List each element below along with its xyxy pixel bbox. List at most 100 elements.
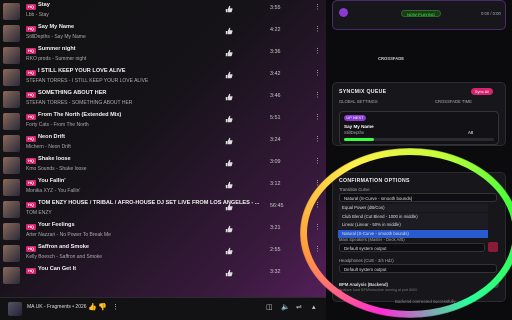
shuffle-icon[interactable]: ⇌ [296,303,302,311]
deck-waveform[interactable] [344,138,494,141]
quality-badge: HQ [26,202,36,208]
queue-card: SYNCMIX QUEUE Sync All GLOBAL SETTINGS C… [332,82,506,146]
thumbs-up-icon[interactable] [225,137,233,145]
track-duration: 3:21 [270,225,281,231]
quality-badge: HQ [26,4,36,10]
track-artist: Monika XYZ - You Fallin' [26,188,81,194]
more-icon[interactable]: ⋮ [314,3,321,11]
track-row[interactable]: HQ Your Feelings Arter Nazzari - No Power … [0,221,326,243]
track-artwork [3,245,20,262]
global-settings-label: GLOBAL SETTINGS [339,99,378,104]
now-playing-card: NOW PLAYING 0:00 / 0:00 [332,0,506,30]
more-icon[interactable]: ⋮ [314,267,321,275]
track-artwork [3,201,20,218]
play-button[interactable] [339,8,348,17]
transition-option[interactable]: Linear (Linear - 50% in middle) [338,221,488,229]
track-row[interactable]: HQ Neon Drift Michern - Neon Drift 3:24 ⋮ [0,133,326,155]
track-artist: StillDepths - Say My Name [26,34,86,40]
track-row[interactable]: HQ Summer night RKO prods - Summer night 3:… [0,45,326,67]
more-icon[interactable]: ⋮ [314,245,321,253]
thumbs-up-icon[interactable] [225,27,233,35]
track-artist: Lbb - Stay [26,12,49,18]
track-duration: 5:51 [270,115,281,121]
speaker-test-button[interactable] [488,242,498,252]
quality-badge: HQ [26,268,36,274]
track-title: I STILL KEEP YOUR LOVE ALIVE [38,68,126,74]
track-row[interactable]: HQ You Can Get It 3:32 ⋮ [0,265,326,287]
volume-icon[interactable]: 🔈 [281,303,290,311]
bpm-analysis-sub: Analyze local BPM/structure running at p… [339,288,418,292]
track-artist: TOM ENZY [26,210,52,216]
more-icon[interactable]: ⋮ [314,223,321,231]
track-title: From The North (Extended Mix) [38,112,122,118]
track-row[interactable]: HQ TOM ENZY HOUSE / TRIBAL / AFRO-HOUSE D… [0,199,326,221]
track-duration: 3:55 [270,5,281,11]
more-icon[interactable]: ⋮ [314,135,321,143]
track-artwork [3,3,20,20]
deck-card: UP NEXT Say My Name StillDepths A8 [339,111,499,145]
thumbs-up-icon[interactable] [225,269,233,277]
thumbs-down-icon[interactable]: 👎 [98,303,107,311]
track-artwork [3,267,20,284]
track-row[interactable]: HQ Say My Name StillDepths - Say My Name 4:… [0,23,326,45]
track-title: SOMETHING ABOUT HER [38,90,107,96]
track-row[interactable]: HQ Saffron and Smoke Kelly Boesch - Saffro… [0,243,326,265]
deck-badge: UP NEXT [344,115,366,121]
headphones-select[interactable]: Default system output [339,264,497,273]
transition-select[interactable]: Natural (S-Curve - smooth bounds) [339,193,497,202]
thumbs-up-icon[interactable] [225,93,233,101]
main-speakers-label: Main Speakers (Master - Deck A/B) [339,237,405,242]
track-row[interactable]: HQ From The North (Extended Mix) Forty Cat… [0,111,326,133]
track-artist: STEFAN TORRES - SOMETHING ABOUT HER [26,100,133,106]
more-icon[interactable]: ⋮ [314,69,321,77]
thumbs-up-icon[interactable] [225,115,233,123]
track-artist: Michern - Neon Drift [26,144,71,150]
track-duration: 3:46 [270,93,281,99]
more-icon[interactable]: ⋮ [314,47,321,55]
more-icon[interactable]: ⋮ [314,113,321,121]
expand-icon[interactable]: ▴ [312,303,316,311]
track-title: You Can Get It [38,266,77,272]
transition-option[interactable]: Equal Power (dB/Cos) [338,204,488,212]
quality-badge: HQ [26,114,36,120]
thumbs-up-icon[interactable] [225,225,233,233]
quality-badge: HQ [26,48,36,54]
crossfade-time-label: CROSSFADE TIME [435,99,472,104]
track-artwork [3,113,20,130]
deck-artist: StillDepths [344,130,365,135]
track-title: You Fallin' [38,178,66,184]
more-icon[interactable]: ⋮ [314,179,321,187]
confirmation-title: CONFIRMATION OPTIONS [339,178,410,184]
thumbs-up-icon[interactable] [225,247,233,255]
thumbs-up-icon[interactable] [225,71,233,79]
more-icon[interactable]: ⋮ [314,157,321,165]
track-row[interactable]: HQ Shake loose Kmo Sounds - Shake loose 3:0… [0,155,326,177]
transition-option[interactable]: Natural (S-Curve - smooth bounds) [338,229,488,238]
track-artwork [3,69,20,86]
transition-option[interactable]: Club Blend (Cut Blend - 1000 in middle) [338,212,488,221]
track-artist: Forty Cats - From The North [26,122,89,128]
thumbs-up-icon[interactable] [225,159,233,167]
track-artist: Kmo Sounds - Shake loose [26,166,87,172]
syncmix-panel: NOW PLAYING 0:00 / 0:00 CROSSFADE SYNCMI… [326,0,512,320]
track-row[interactable]: HQ Stay Lbb - Stay 3:55 ⋮ [0,1,326,23]
sync-all-button[interactable]: Sync All [471,88,493,95]
queue-icon[interactable]: ◫ [266,303,273,311]
more-icon[interactable]: ⋮ [314,91,321,99]
more-icon[interactable]: ⋮ [112,303,119,311]
main-speakers-select[interactable]: Default system output [339,243,485,252]
thumbs-up-icon[interactable] [225,49,233,57]
thumbs-up-icon[interactable] [225,181,233,189]
thumbs-up-icon[interactable] [225,5,233,13]
more-icon[interactable]: ⋮ [314,201,321,209]
thumbs-up-icon[interactable] [225,203,233,211]
track-row[interactable]: HQ You Fallin' Monika XYZ - You Fallin' 3:1… [0,177,326,199]
more-icon[interactable]: ⋮ [314,25,321,33]
track-row[interactable]: HQ SOMETHING ABOUT HER STEFAN TORRES - SOM… [0,89,326,111]
thumbs-up-icon[interactable]: 👍 [88,303,97,311]
bpm-toggle[interactable] [489,282,499,288]
track-duration: 2:55 [270,247,281,253]
track-row[interactable]: HQ I STILL KEEP YOUR LOVE ALIVE STEFAN TOR… [0,67,326,89]
player-artwork [8,302,22,316]
track-list: HQ Stay Lbb - Stay 3:55 ⋮ HQ Say My Name StillD… [0,0,326,320]
